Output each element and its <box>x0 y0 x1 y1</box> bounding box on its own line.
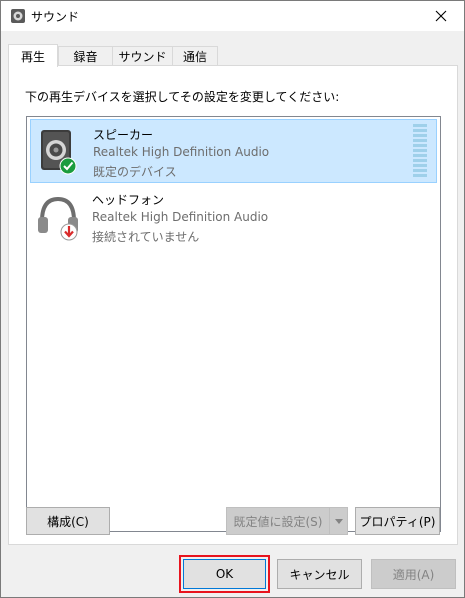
device-driver: Realtek High Definition Audio <box>93 145 270 159</box>
cancel-button[interactable]: キャンセル <box>277 559 362 589</box>
headphones-device-icon <box>36 191 84 243</box>
device-driver: Realtek High Definition Audio <box>92 210 269 224</box>
playback-panel: 下の再生デバイスを選択してその設定を変更してください: スピーカー Realte… <box>8 65 458 545</box>
tab-playback[interactable]: 再生 <box>8 44 58 67</box>
device-name: スピーカー <box>93 128 154 142</box>
chevron-down-icon <box>334 518 343 524</box>
title-bar[interactable]: サウンド <box>1 1 464 31</box>
set-default-button[interactable]: 既定値に設定(S) <box>226 507 330 535</box>
default-check-icon <box>59 157 77 175</box>
configure-button[interactable]: 構成(C) <box>26 507 110 535</box>
device-status: 接続されていません <box>92 230 200 244</box>
close-button[interactable] <box>418 1 464 31</box>
window-title: サウンド <box>31 10 80 24</box>
speaker-device-icon <box>37 126 85 178</box>
unplugged-arrow-icon <box>60 223 78 241</box>
close-icon <box>435 10 447 22</box>
properties-button[interactable]: プロパティ(P) <box>355 507 440 535</box>
device-headphones[interactable]: ヘッドフォン Realtek High Definition Audio 接続さ… <box>30 185 437 249</box>
device-status: 既定のデバイス <box>93 165 177 179</box>
tab-sounds[interactable]: サウンド <box>112 46 173 66</box>
instruction-text: 下の再生デバイスを選択してその設定を変更してください: <box>25 90 340 104</box>
device-name: ヘッドフォン <box>92 193 165 207</box>
speaker-icon <box>10 8 26 24</box>
sound-dialog: サウンド 再生 録音 サウンド 通信 下の再生デバイスを選択してその設定を変更し… <box>0 0 465 598</box>
tab-recording[interactable]: 録音 <box>58 46 113 66</box>
apply-button[interactable]: 適用(A) <box>371 559 456 589</box>
device-speaker[interactable]: スピーカー Realtek High Definition Audio 既定のデ… <box>30 119 437 183</box>
tab-communications[interactable]: 通信 <box>172 46 218 66</box>
ok-button[interactable]: OK <box>183 559 266 589</box>
volume-level-meter <box>413 124 427 178</box>
device-list[interactable]: スピーカー Realtek High Definition Audio 既定のデ… <box>26 116 441 532</box>
set-default-dropdown-button[interactable] <box>330 507 348 535</box>
